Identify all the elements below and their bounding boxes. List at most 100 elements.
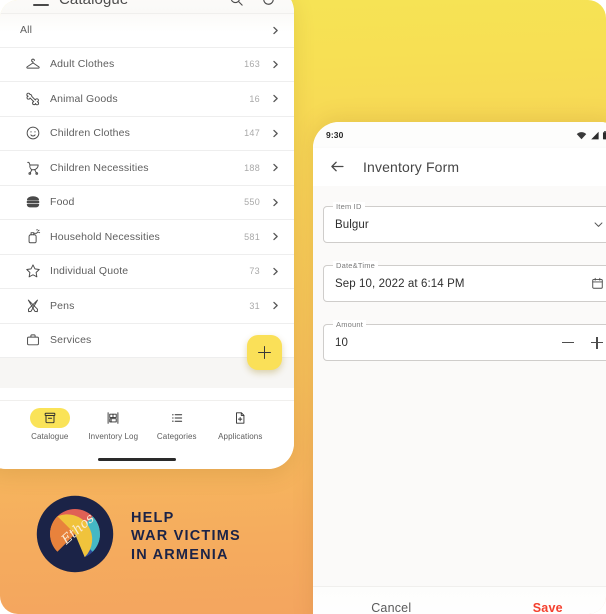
crossed-pens-icon xyxy=(25,298,41,314)
decrement-button[interactable] xyxy=(561,336,575,350)
promo-canvas: Catalogue All xyxy=(0,0,606,614)
chevron-right-icon xyxy=(271,232,280,241)
branding-block: Ethos HELP WAR VICTIMS IN ARMENIA xyxy=(36,495,241,578)
bone-icon xyxy=(25,91,41,107)
back-arrow-icon[interactable] xyxy=(329,158,347,176)
list-item-count: 147 xyxy=(244,128,260,139)
dropdown-arrow-icon[interactable] xyxy=(593,219,604,230)
list-item[interactable]: Individual Quote 73 xyxy=(0,254,294,289)
list-item[interactable]: Household Necessities 581 xyxy=(0,220,294,255)
branding-text: HELP WAR VICTIMS IN ARMENIA xyxy=(131,511,241,563)
chevron-right-icon xyxy=(271,129,280,138)
list-item[interactable]: Children Necessities 188 xyxy=(0,151,294,186)
list-item[interactable]: Pens 31 xyxy=(0,289,294,324)
calendar-icon[interactable] xyxy=(591,277,604,290)
archive-box-icon xyxy=(43,411,57,425)
page-title: Catalogue xyxy=(59,0,128,8)
chevron-right-icon xyxy=(271,60,280,69)
datetime-label: Date&Time xyxy=(333,260,379,271)
form-appbar: Inventory Form xyxy=(313,148,606,186)
chevron-right-icon xyxy=(271,301,280,310)
nav-tab-label: Catalogue xyxy=(31,432,69,441)
warehouse-shelf-icon xyxy=(106,411,120,425)
refresh-icon[interactable] xyxy=(261,0,276,7)
list-icon xyxy=(170,411,184,425)
list-item-label: Children Necessities xyxy=(50,161,149,174)
cancel-button[interactable]: Cancel xyxy=(313,601,470,614)
nav-tab-inventory-log[interactable]: Inventory Log xyxy=(82,408,146,441)
chevron-right-icon xyxy=(271,94,280,103)
list-item-label: Children Clothes xyxy=(50,127,131,140)
add-item-fab[interactable] xyxy=(247,335,282,370)
list-item-count: 163 xyxy=(244,59,260,70)
item-id-field[interactable]: Item ID Bulgur xyxy=(323,201,606,243)
list-item-label: Animal Goods xyxy=(50,92,118,105)
cellular-signal-icon xyxy=(590,130,600,141)
item-id-label: Item ID xyxy=(333,201,365,212)
amount-label: Amount xyxy=(333,319,367,330)
search-icon[interactable] xyxy=(229,0,244,7)
catalogue-phone-mockup: Catalogue All xyxy=(0,0,294,469)
hamburger-menu-icon[interactable] xyxy=(33,0,49,6)
list-item-label: Adult Clothes xyxy=(50,58,115,71)
list-item-label: Food xyxy=(50,196,75,209)
list-item-count: 31 xyxy=(249,300,260,311)
item-id-trailing xyxy=(593,219,604,230)
datetime-field[interactable]: Date&Time Sep 10, 2022 at 6:14 PM xyxy=(323,260,606,302)
status-bar-time: 9:30 xyxy=(326,130,344,140)
save-button[interactable]: Save xyxy=(470,601,606,614)
list-item[interactable]: All xyxy=(0,13,294,48)
briefcase-icon xyxy=(25,332,41,348)
datetime-trailing xyxy=(591,277,604,290)
burger-icon xyxy=(25,194,41,210)
list-item-label: Household Necessities xyxy=(50,230,160,243)
nav-tab-applications[interactable]: Applications xyxy=(209,408,273,441)
datetime-value: Sep 10, 2022 at 6:14 PM xyxy=(335,277,465,290)
list-item[interactable]: Animal Goods 16 xyxy=(0,82,294,117)
branding-line-1: HELP xyxy=(131,509,175,526)
nav-tab-label: Inventory Log xyxy=(88,432,139,441)
inventory-form-phone-mockup: 9:30 Inventory Form Item ID Bulgur Date&… xyxy=(313,122,606,614)
list-item-count: 581 xyxy=(244,231,260,242)
list-item-count: 73 xyxy=(249,266,260,277)
branding-line-2: WAR VICTIMS xyxy=(131,528,241,545)
list-item-label: Pens xyxy=(50,299,75,312)
chevron-right-icon xyxy=(271,163,280,172)
spray-bottle-icon xyxy=(25,228,41,245)
chevron-right-icon xyxy=(271,267,280,276)
nav-tab-label: Applications xyxy=(218,432,263,441)
list-item-count: 16 xyxy=(249,93,260,104)
list-item[interactable]: Children Clothes 147 xyxy=(0,116,294,151)
list-item-label: Services xyxy=(50,334,92,347)
amount-value: 10 xyxy=(335,336,348,349)
plus-icon xyxy=(258,346,271,359)
file-plus-icon xyxy=(233,411,247,425)
nav-tab-categories[interactable]: Categories xyxy=(145,408,209,441)
amount-field[interactable]: Amount 10 xyxy=(323,319,606,361)
increment-button[interactable] xyxy=(590,336,604,350)
list-item-label: Individual Quote xyxy=(50,265,129,278)
item-id-value: Bulgur xyxy=(335,218,369,231)
amount-stepper xyxy=(561,336,604,350)
home-indicator xyxy=(98,458,176,461)
wifi-icon xyxy=(576,130,587,141)
catalogue-list: All Adult Clothes 163 Animal Goods 16 Ch… xyxy=(0,13,294,388)
list-item[interactable]: Food 550 xyxy=(0,185,294,220)
form-actions: Cancel Save xyxy=(313,586,606,614)
nav-tab-catalogue[interactable]: Catalogue xyxy=(18,408,82,441)
appbar-actions xyxy=(229,0,280,7)
chevron-right-icon xyxy=(271,26,280,35)
stroller-icon xyxy=(25,160,41,176)
form-title: Inventory Form xyxy=(363,159,460,175)
list-item-count: 550 xyxy=(244,197,260,208)
form-body: Item ID Bulgur Date&Time Sep 10, 2022 at… xyxy=(313,186,606,587)
list-item[interactable]: Adult Clothes 163 xyxy=(0,47,294,82)
list-item-label: All xyxy=(20,24,33,37)
battery-icon xyxy=(602,130,606,141)
star-icon xyxy=(25,263,41,279)
baby-face-icon xyxy=(25,125,41,141)
list-item-count: 188 xyxy=(244,162,260,173)
clothes-hanger-icon xyxy=(25,56,41,72)
branding-line-3: IN ARMENIA xyxy=(131,546,229,563)
nav-tab-label: Categories xyxy=(156,432,197,441)
